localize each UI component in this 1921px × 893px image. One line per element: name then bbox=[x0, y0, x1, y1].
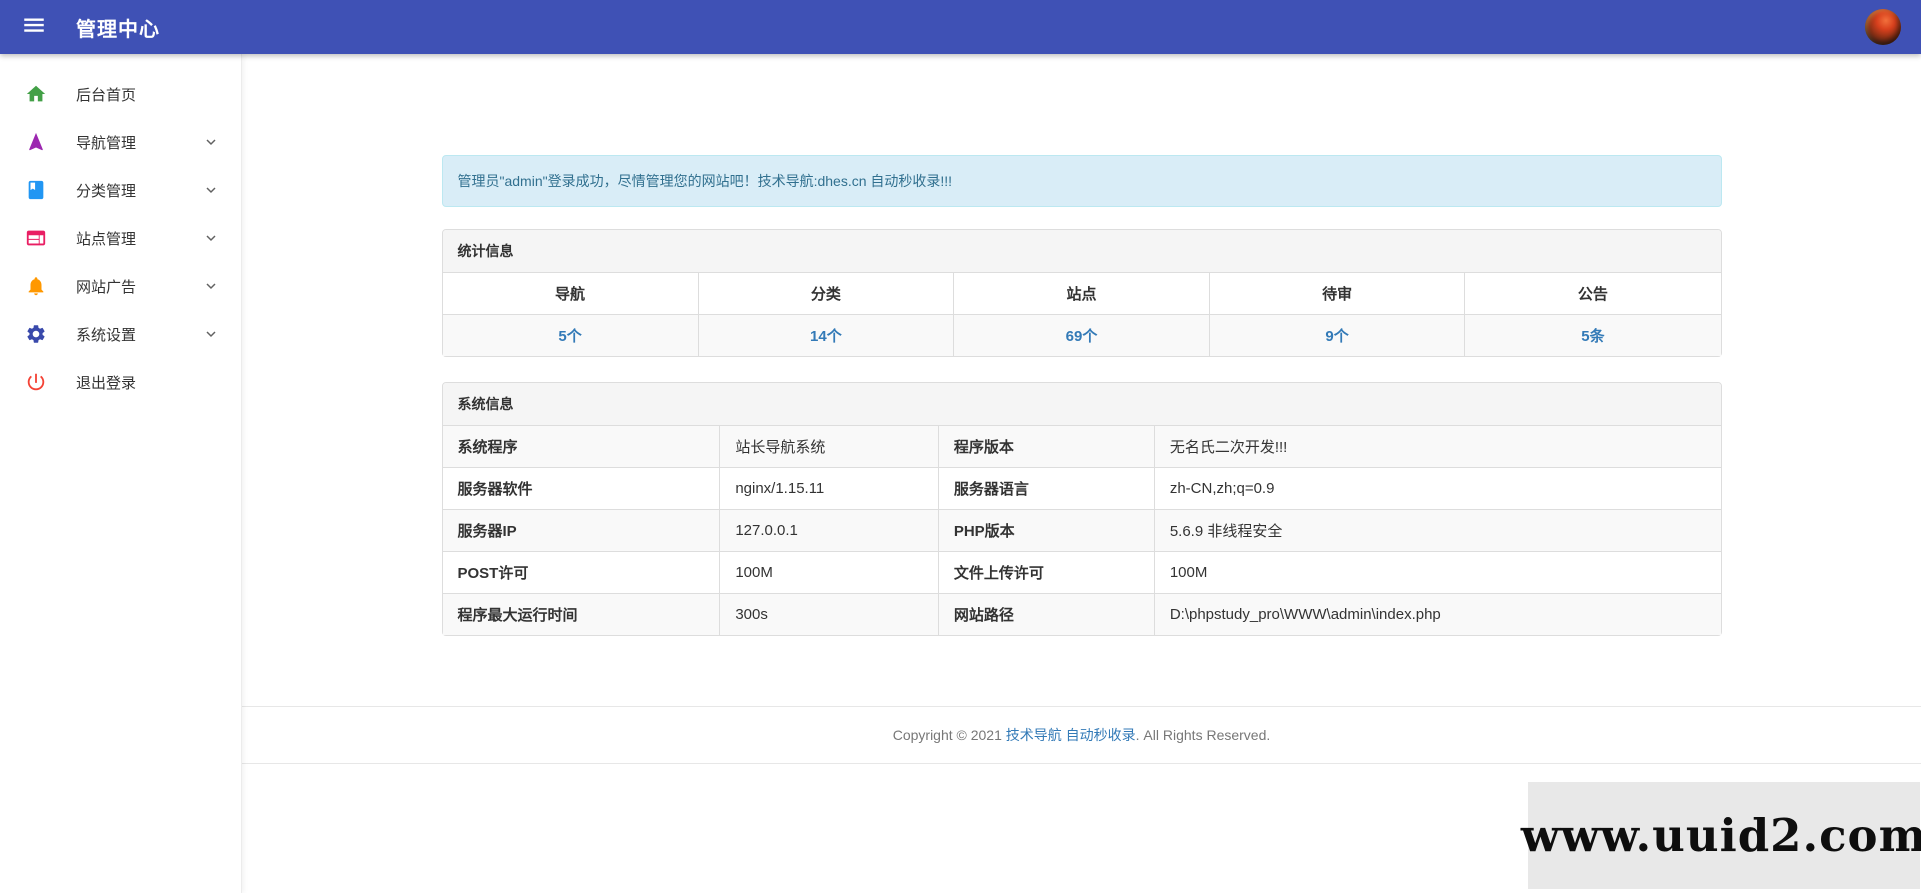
sys-value: 无名氏二次开发!!! bbox=[1153, 426, 1721, 468]
chevron-down-icon bbox=[203, 326, 219, 342]
stat-value-pending-link[interactable]: 9个 bbox=[1325, 328, 1348, 345]
sys-label: PHP版本 bbox=[937, 509, 1155, 552]
sys-value: 300s bbox=[719, 593, 939, 635]
table-row: 服务器软件 nginx/1.15.11 服务器语言 zh-CN,zh;q=0.9 bbox=[442, 467, 1721, 510]
sidebar: 后台首页 导航管理 分类管理 站点管理 网站广告 系统设置 退出登录 bbox=[0, 54, 242, 893]
sys-value: 127.0.0.1 bbox=[719, 509, 939, 552]
footer: Copyright © 2021 技术导航 自动秒收录. All Rights … bbox=[242, 706, 1921, 764]
sys-label: 服务器软件 bbox=[442, 467, 720, 510]
main-content: 管理员"admin"登录成功，尽情管理您的网站吧！技术导航:dhes.cn 自动… bbox=[242, 54, 1921, 893]
stat-value-nav-link[interactable]: 5个 bbox=[558, 328, 581, 345]
stat-value-sites-link[interactable]: 69个 bbox=[1066, 328, 1098, 345]
statistics-header-row: 导航 分类 站点 待审 公告 bbox=[442, 273, 1721, 315]
sidebar-item-sites[interactable]: 站点管理 bbox=[0, 214, 241, 262]
sidebar-item-label: 网站广告 bbox=[76, 278, 137, 296]
sys-value: 站长导航系统 bbox=[719, 426, 939, 468]
statistics-panel: 统计信息 导航 分类 站点 待审 公告 5个 14个 69个 9个 5条 bbox=[441, 229, 1722, 357]
sys-label: 网站路径 bbox=[937, 593, 1155, 635]
bell-icon bbox=[24, 274, 48, 298]
sys-label: 程序版本 bbox=[937, 426, 1155, 468]
sidebar-item-label: 退出登录 bbox=[76, 374, 137, 392]
copyright-prefix: Copyright © 2021 bbox=[892, 727, 1006, 743]
sidebar-item-ads[interactable]: 网站广告 bbox=[0, 262, 241, 310]
statistics-table: 导航 分类 站点 待审 公告 5个 14个 69个 9个 5条 bbox=[442, 273, 1721, 356]
stat-header-notices: 公告 bbox=[1464, 273, 1721, 315]
sys-value: 100M bbox=[719, 551, 939, 594]
stat-header-category: 分类 bbox=[697, 273, 954, 315]
sidebar-item-settings[interactable]: 系统设置 bbox=[0, 310, 241, 358]
gear-icon bbox=[24, 322, 48, 346]
sys-value: 5.6.9 非线程安全 bbox=[1153, 509, 1721, 552]
sys-value: 100M bbox=[1153, 551, 1721, 594]
book-icon bbox=[24, 178, 48, 202]
sidebar-item-label: 分类管理 bbox=[76, 182, 137, 200]
stat-header-pending: 待审 bbox=[1208, 273, 1465, 315]
stat-value-notices-link[interactable]: 5条 bbox=[1581, 328, 1604, 345]
home-icon bbox=[24, 82, 48, 106]
chevron-down-icon bbox=[203, 182, 219, 198]
sidebar-item-dashboard[interactable]: 后台首页 bbox=[0, 70, 241, 118]
chevron-down-icon bbox=[203, 134, 219, 150]
footer-site-link[interactable]: 技术导航 自动秒收录 bbox=[1006, 727, 1136, 743]
sys-value: zh-CN,zh;q=0.9 bbox=[1153, 467, 1721, 510]
navigation-icon bbox=[24, 130, 48, 154]
sidebar-item-navigation[interactable]: 导航管理 bbox=[0, 118, 241, 166]
power-icon bbox=[24, 370, 48, 394]
sys-value: nginx/1.15.11 bbox=[719, 467, 939, 510]
topbar: 管理中心 bbox=[0, 0, 1921, 54]
stat-header-nav: 导航 bbox=[442, 273, 699, 315]
table-row: 系统程序 站长导航系统 程序版本 无名氏二次开发!!! bbox=[442, 426, 1721, 468]
chevron-down-icon bbox=[203, 278, 219, 294]
chevron-down-icon bbox=[203, 230, 219, 246]
sidebar-item-logout[interactable]: 退出登录 bbox=[0, 358, 241, 406]
login-success-alert: 管理员"admin"登录成功，尽情管理您的网站吧！技术导航:dhes.cn 自动… bbox=[441, 155, 1722, 207]
sys-value: D:\phpstudy_pro\WWW\admin\index.php bbox=[1153, 593, 1721, 635]
sidebar-item-label: 站点管理 bbox=[76, 230, 137, 248]
sys-label: 系统程序 bbox=[442, 426, 720, 468]
system-info-panel: 系统信息 系统程序 站长导航系统 程序版本 无名氏二次开发!!! 服务器软件 n… bbox=[441, 382, 1722, 636]
table-row: 程序最大运行时间 300s 网站路径 D:\phpstudy_pro\WWW\a… bbox=[442, 593, 1721, 635]
sys-label: 程序最大运行时间 bbox=[442, 593, 720, 635]
menu-toggle-button[interactable] bbox=[14, 7, 54, 47]
web-card-icon bbox=[24, 226, 48, 250]
sidebar-item-label: 导航管理 bbox=[76, 134, 137, 152]
page-title: 管理中心 bbox=[76, 18, 160, 41]
system-info-panel-title: 系统信息 bbox=[442, 383, 1721, 426]
watermark-text: www.uuid2.com bbox=[1520, 809, 1921, 862]
sidebar-item-label: 系统设置 bbox=[76, 326, 137, 344]
hamburger-icon bbox=[21, 12, 47, 43]
sys-label: 服务器IP bbox=[442, 509, 720, 552]
table-row: 服务器IP 127.0.0.1 PHP版本 5.6.9 非线程安全 bbox=[442, 509, 1721, 552]
sidebar-item-label: 后台首页 bbox=[76, 86, 137, 104]
system-info-table: 系统程序 站长导航系统 程序版本 无名氏二次开发!!! 服务器软件 nginx/… bbox=[442, 426, 1721, 635]
stat-header-sites: 站点 bbox=[953, 273, 1210, 315]
sys-label: 文件上传许可 bbox=[937, 551, 1155, 594]
sys-label: 服务器语言 bbox=[937, 467, 1155, 510]
statistics-panel-title: 统计信息 bbox=[442, 230, 1721, 273]
table-row: POST许可 100M 文件上传许可 100M bbox=[442, 551, 1721, 594]
watermark-banner: www.uuid2.com bbox=[1521, 782, 1921, 889]
copyright-suffix: . All Rights Reserved. bbox=[1135, 727, 1271, 743]
user-avatar[interactable] bbox=[1865, 9, 1901, 45]
stat-value-category-link[interactable]: 14个 bbox=[810, 328, 842, 345]
statistics-value-row: 5个 14个 69个 9个 5条 bbox=[442, 314, 1721, 356]
sys-label: POST许可 bbox=[442, 551, 720, 594]
sidebar-item-category[interactable]: 分类管理 bbox=[0, 166, 241, 214]
